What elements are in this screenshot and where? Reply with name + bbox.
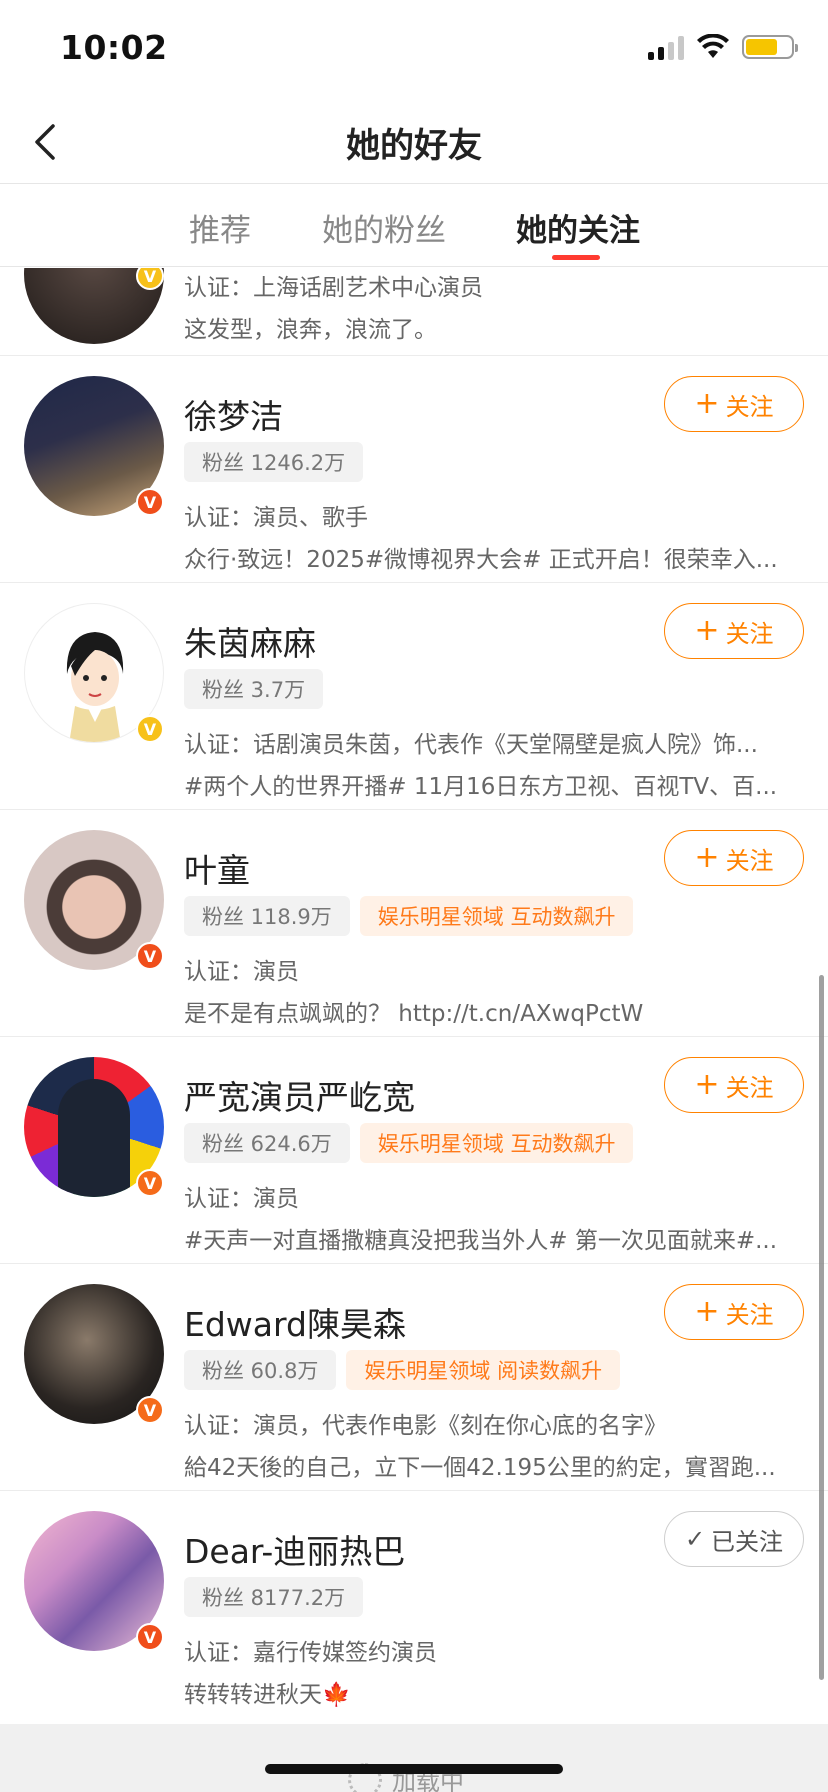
- follow-button[interactable]: + 关注: [664, 376, 804, 432]
- tab-her-fans[interactable]: 她的粉丝: [322, 205, 446, 250]
- tab-bar: 推荐 她的粉丝 她的关注: [0, 185, 828, 267]
- verified-badge-icon: V: [136, 1623, 164, 1651]
- user-latest-post: 是不是有点飒飒的？ http://t.cn/AXwqPctW: [184, 1001, 644, 1027]
- follow-button-label: 关注: [725, 392, 774, 421]
- trending-tag-chip: 娱乐明星领域 互动数飙升: [359, 1123, 634, 1163]
- user-latest-post: 給42天後的自己，立下一個42.195公里的約定，實習跑...: [184, 1455, 776, 1481]
- battery-icon: [742, 35, 798, 59]
- fans-count-chip: 粉丝 1246.2万: [184, 442, 364, 482]
- tab-her-following[interactable]: 她的关注: [516, 205, 640, 250]
- user-name[interactable]: 严宽演员严屹宽: [184, 1071, 415, 1119]
- plus-icon: +: [694, 840, 720, 875]
- plus-icon: +: [694, 1294, 720, 1329]
- wifi-icon: [697, 34, 729, 58]
- user-latest-post: 众行·致远！2025#微博视界大会# 正式开启！很荣幸入...: [184, 547, 778, 573]
- user-latest-post: #天声一对直播撒糖真没把我当外人# 第一次见面就来#...: [184, 1228, 778, 1254]
- user-latest-post: 这发型，浪奔，浪流了。: [184, 317, 437, 343]
- user-certification: 认证：演员: [184, 1186, 299, 1212]
- list-item[interactable]: V 认证：上海话剧艺术中心演员 这发型，浪奔，浪流了。: [0, 268, 828, 356]
- user-meta: 粉丝 624.6万 娱乐明星领域 互动数飙升: [184, 1123, 634, 1163]
- status-time: 10:02: [60, 28, 168, 67]
- verified-badge-icon: V: [136, 942, 164, 970]
- list-item[interactable]: V Edward陳昊森 粉丝 60.8万 娱乐明星领域 阅读数飙升 认证：演员，…: [0, 1264, 828, 1491]
- status-bar: 10:02: [0, 0, 828, 100]
- user-meta: 粉丝 60.8万 娱乐明星领域 阅读数飙升: [184, 1350, 621, 1390]
- list-item[interactable]: V Dear-迪丽热巴 粉丝 8177.2万 认证：嘉行传媒签约演员 转转转进秋…: [0, 1491, 828, 1718]
- user-meta: 粉丝 3.7万: [184, 669, 324, 709]
- trending-tag-chip: 娱乐明星领域 互动数飙升: [359, 896, 634, 936]
- follow-button-label: 关注: [725, 1073, 774, 1102]
- user-latest-post: #两个人的世界开播# 11月16日东方卫视、百视TV、百...: [184, 774, 778, 800]
- fans-count-chip: 粉丝 624.6万: [184, 1123, 350, 1163]
- user-name[interactable]: 徐梦洁: [184, 390, 283, 438]
- user-meta: 粉丝 118.9万 娱乐明星领域 互动数飙升: [184, 896, 634, 936]
- fans-count-chip: 粉丝 118.9万: [184, 896, 350, 936]
- verified-badge-icon: V: [136, 715, 164, 743]
- user-certification: 认证：演员，代表作电影《刻在你心底的名字》: [184, 1413, 667, 1439]
- follow-button-label: 已关注: [711, 1527, 784, 1556]
- user-certification: 认证：话剧演员朱茵，代表作《天堂隔壁是疯人院》饰...: [184, 732, 758, 758]
- following-button[interactable]: ✓ 已关注: [664, 1511, 804, 1567]
- tab-recommend[interactable]: 推荐: [189, 205, 251, 250]
- user-name[interactable]: Edward陳昊森: [184, 1298, 406, 1346]
- list-item[interactable]: V 朱茵麻麻 粉丝 3.7万 认证：话剧演员朱茵，代表作《天堂隔壁是疯人院》饰.…: [0, 583, 828, 810]
- follow-button-label: 关注: [725, 846, 774, 875]
- cellular-signal-icon: [648, 34, 684, 60]
- follow-button[interactable]: + 关注: [664, 603, 804, 659]
- list-item[interactable]: V 严宽演员严屹宽 粉丝 624.6万 娱乐明星领域 互动数飙升 认证：演员 #…: [0, 1037, 828, 1264]
- nav-bar: 她的好友: [0, 100, 828, 184]
- user-name[interactable]: 叶童: [184, 844, 250, 892]
- follow-button[interactable]: + 关注: [664, 830, 804, 886]
- user-name[interactable]: Dear-迪丽热巴: [184, 1525, 405, 1573]
- user-certification: 认证：上海话剧艺术中心演员: [184, 275, 483, 301]
- plus-icon: +: [694, 1067, 720, 1102]
- list-item[interactable]: V 徐梦洁 粉丝 1246.2万 认证：演员、歌手 众行·致远！2025#微博视…: [0, 356, 828, 583]
- user-meta: 粉丝 8177.2万: [184, 1577, 364, 1617]
- user-certification: 认证：演员、歌手: [184, 505, 368, 531]
- verified-badge-icon: V: [136, 488, 164, 516]
- fans-count-chip: 粉丝 8177.2万: [184, 1577, 364, 1617]
- follow-button-label: 关注: [725, 1300, 774, 1329]
- follow-button[interactable]: + 关注: [664, 1057, 804, 1113]
- status-icons: [648, 34, 798, 60]
- verified-badge-icon: V: [136, 1169, 164, 1197]
- list-item[interactable]: V 叶童 粉丝 118.9万 娱乐明星领域 互动数飙升 认证：演员 是不是有点飒…: [0, 810, 828, 1037]
- follow-button-label: 关注: [725, 619, 774, 648]
- plus-icon: +: [694, 613, 720, 648]
- user-latest-post: 转转转进秋天🍁: [184, 1682, 351, 1708]
- active-tab-indicator: [552, 255, 600, 260]
- verified-badge-icon: V: [136, 1396, 164, 1424]
- fans-count-chip: 粉丝 3.7万: [184, 669, 324, 709]
- plus-icon: +: [694, 386, 720, 421]
- user-certification: 认证：演员: [184, 959, 299, 985]
- checkmark-icon: ✓: [684, 1525, 706, 1553]
- scrollbar[interactable]: [819, 975, 824, 1680]
- user-meta: 粉丝 1246.2万: [184, 442, 364, 482]
- follow-button[interactable]: + 关注: [664, 1284, 804, 1340]
- load-more-footer: 加载中: [0, 1724, 828, 1792]
- user-name[interactable]: 朱茵麻麻: [184, 617, 316, 665]
- fans-count-chip: 粉丝 60.8万: [184, 1350, 337, 1390]
- page-title: 她的好友: [346, 126, 482, 166]
- user-certification: 认证：嘉行传媒签约演员: [184, 1640, 437, 1666]
- home-indicator[interactable]: [265, 1764, 563, 1774]
- following-list: V 认证：上海话剧艺术中心演员 这发型，浪奔，浪流了。 V 徐梦洁 粉丝 124…: [0, 268, 828, 1724]
- trending-tag-chip: 娱乐明星领域 阅读数飙升: [346, 1350, 621, 1390]
